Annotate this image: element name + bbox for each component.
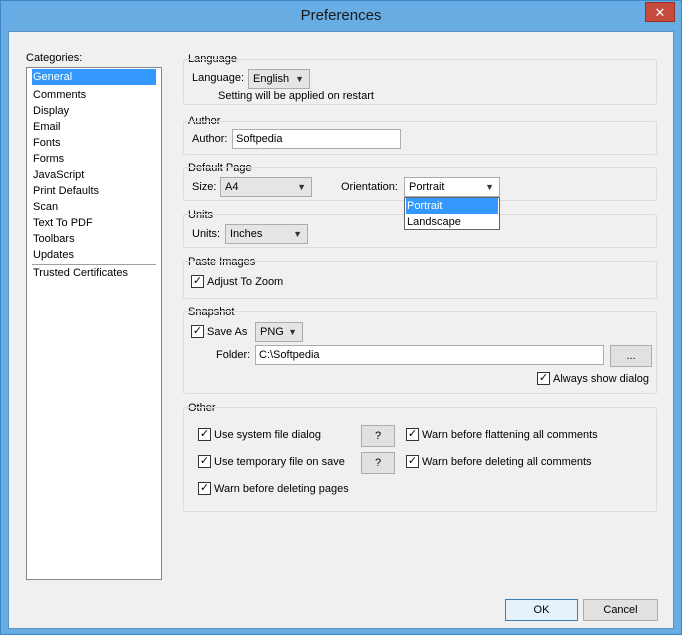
category-fonts[interactable]: Fonts xyxy=(32,135,156,151)
browse-folder-button[interactable]: ... xyxy=(610,345,652,367)
category-comments[interactable]: Comments xyxy=(32,87,156,103)
size-value: A4 xyxy=(225,181,239,193)
category-email[interactable]: Email xyxy=(32,119,156,135)
language-restart-note: Setting will be applied on restart xyxy=(218,90,374,102)
category-text-to-pdf[interactable]: Text To PDF xyxy=(32,215,156,231)
ok-button[interactable]: OK xyxy=(505,599,578,621)
warn-deleting-pages-label[interactable]: Warn before deleting pages xyxy=(214,483,349,495)
chevron-down-icon: ▼ xyxy=(485,182,494,192)
check-icon: ✓ xyxy=(407,428,418,440)
dialog-body: Categories: General Comments Display Ema… xyxy=(8,31,674,629)
close-button[interactable]: ✕ xyxy=(645,2,675,22)
temp-file-help-button[interactable]: ? xyxy=(361,452,395,474)
units-value: Inches xyxy=(230,228,263,240)
category-print-defaults[interactable]: Print Defaults xyxy=(32,183,156,199)
check-icon: ✓ xyxy=(538,372,549,384)
orientation-label: Orientation: xyxy=(341,181,398,193)
category-forms[interactable]: Forms xyxy=(32,151,156,167)
save-as-checkbox[interactable]: ✓ xyxy=(191,325,204,338)
folder-label: Folder: xyxy=(216,349,251,361)
author-field-label: Author: xyxy=(192,133,228,145)
cancel-button[interactable]: Cancel xyxy=(583,599,658,621)
title-bar[interactable]: Preferences ✕ xyxy=(1,1,681,31)
categories-label: Categories: xyxy=(26,52,83,64)
language-select[interactable]: English ▼ xyxy=(248,69,310,89)
categories-list[interactable]: General Comments Display Email Fonts For… xyxy=(26,67,162,580)
window-title: Preferences xyxy=(300,7,382,24)
check-icon: ✓ xyxy=(192,275,203,287)
always-show-dialog-label[interactable]: Always show dialog xyxy=(553,373,649,385)
category-general[interactable]: General xyxy=(32,69,156,85)
adjust-to-zoom-checkbox[interactable]: ✓ xyxy=(191,275,204,288)
check-icon: ✓ xyxy=(199,482,210,494)
always-show-dialog-checkbox[interactable]: ✓ xyxy=(537,372,550,385)
system-dialog-help-button[interactable]: ? xyxy=(361,425,395,447)
snapshot-format-value: PNG xyxy=(260,326,284,338)
chevron-down-icon: ▼ xyxy=(288,327,297,337)
orientation-option-portrait[interactable]: Portrait xyxy=(406,198,498,214)
adjust-to-zoom-label[interactable]: Adjust To Zoom xyxy=(207,276,283,288)
folder-input[interactable]: C:\Softpedia xyxy=(255,345,604,365)
warn-deleting-comments-label[interactable]: Warn before deleting all comments xyxy=(422,456,592,468)
chevron-down-icon: ▼ xyxy=(295,74,304,84)
size-select[interactable]: A4 ▼ xyxy=(220,177,312,197)
language-field-label: Language: xyxy=(192,72,244,84)
orientation-value: Portrait xyxy=(409,181,445,193)
use-system-dialog-checkbox[interactable]: ✓ xyxy=(198,428,211,441)
category-javascript[interactable]: JavaScript xyxy=(32,167,156,183)
chevron-down-icon: ▼ xyxy=(297,182,306,192)
warn-flattening-checkbox[interactable]: ✓ xyxy=(406,428,419,441)
check-icon: ✓ xyxy=(407,455,418,467)
category-toolbars[interactable]: Toolbars xyxy=(32,231,156,247)
units-select[interactable]: Inches ▼ xyxy=(225,224,308,244)
language-value: English xyxy=(253,73,290,85)
orientation-option-landscape[interactable]: Landscape xyxy=(406,214,498,230)
warn-flattening-label[interactable]: Warn before flattening all comments xyxy=(422,429,598,441)
use-temp-file-checkbox[interactable]: ✓ xyxy=(198,455,211,468)
category-trusted-certificates[interactable]: Trusted Certificates xyxy=(32,265,156,281)
category-updates[interactable]: Updates xyxy=(32,247,156,263)
check-icon: ✓ xyxy=(199,428,210,440)
units-field-label: Units: xyxy=(192,228,221,240)
category-scan[interactable]: Scan xyxy=(32,199,156,215)
warn-deleting-pages-checkbox[interactable]: ✓ xyxy=(198,482,211,495)
snapshot-format-select[interactable]: PNG ▼ xyxy=(255,322,303,342)
orientation-dropdown-list[interactable]: Portrait Landscape xyxy=(404,197,500,230)
use-temp-file-label[interactable]: Use temporary file on save xyxy=(214,456,345,468)
close-icon: ✕ xyxy=(654,5,666,20)
warn-deleting-comments-checkbox[interactable]: ✓ xyxy=(406,455,419,468)
size-label: Size: xyxy=(192,181,217,193)
check-icon: ✓ xyxy=(199,455,210,467)
chevron-down-icon: ▼ xyxy=(293,229,302,239)
preferences-window: Preferences ✕ Categories: General Commen… xyxy=(0,0,682,635)
orientation-select[interactable]: Portrait ▼ xyxy=(404,177,500,197)
use-system-dialog-label[interactable]: Use system file dialog xyxy=(214,429,321,441)
category-display[interactable]: Display xyxy=(32,103,156,119)
save-as-label[interactable]: Save As xyxy=(207,326,247,338)
check-icon: ✓ xyxy=(192,325,203,337)
author-input[interactable]: Softpedia xyxy=(232,129,401,149)
